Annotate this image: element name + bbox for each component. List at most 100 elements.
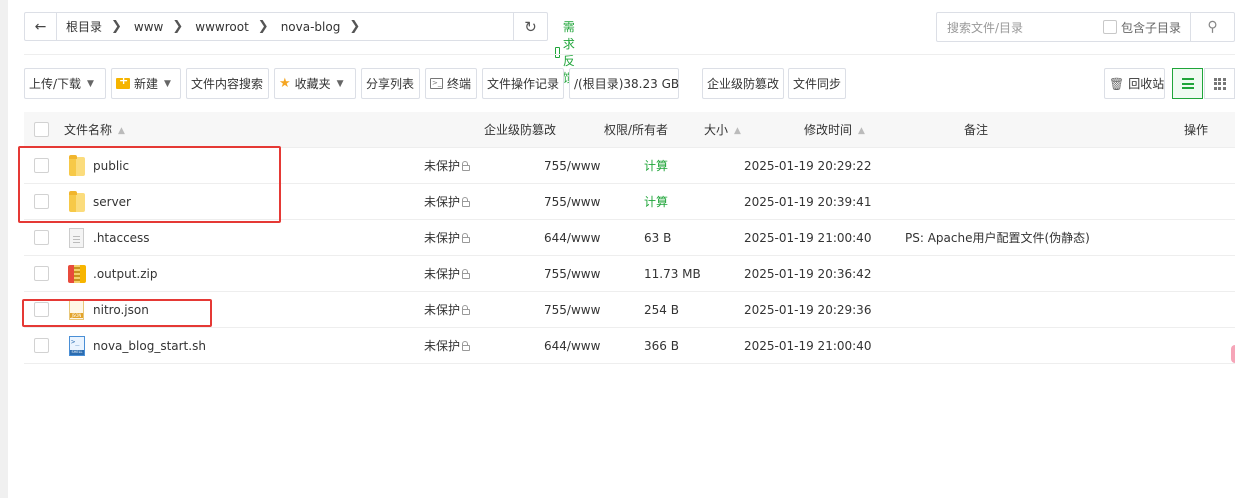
calc-size-link[interactable]: 计算 xyxy=(644,184,668,220)
recycle-bin-button[interactable]: 🗑 回收站 xyxy=(1104,68,1165,99)
terminal-icon: >_ xyxy=(430,78,443,89)
disk-button[interactable]: /(根目录)38.23 GB xyxy=(569,68,679,99)
chevron-right-icon: ❯ xyxy=(111,19,122,34)
search-icon[interactable]: ⚲ xyxy=(1190,13,1234,41)
tamper-proof-button[interactable]: 企业级防篡改 xyxy=(702,68,784,99)
row-checkbox[interactable] xyxy=(34,338,49,353)
protect-label: 未保护 xyxy=(424,231,461,245)
modified-time: 2025-01-19 20:36:42 xyxy=(744,267,872,281)
unlock-icon xyxy=(462,161,471,171)
chevron-right-icon: ❯ xyxy=(172,19,184,34)
breadcrumb: ← 根目录 ❯ www ❯ wwwroot ❯ nova-blog ❯ ↻ xyxy=(24,12,548,41)
share-list-button[interactable]: 分享列表 xyxy=(361,68,420,99)
upload-download-button[interactable]: 上传/下载 ▼ xyxy=(24,68,106,99)
permission[interactable]: 644/www xyxy=(544,220,600,256)
table-row[interactable]: .output.zip 未保护 755/www 11.73 MB 2025-01… xyxy=(24,256,1235,292)
unlock-icon xyxy=(462,305,471,315)
file-size: 63 B xyxy=(644,231,672,245)
unlock-icon xyxy=(462,341,471,351)
table-row[interactable]: nova_blog_start.sh 未保护 644/www 366 B 202… xyxy=(24,328,1235,364)
column-action-label: 操作 xyxy=(1184,123,1209,137)
feedback-icon xyxy=(555,46,560,58)
file-name[interactable]: nova_blog_start.sh xyxy=(93,328,206,364)
protect-status[interactable]: 未保护 xyxy=(424,328,471,364)
column-name-header[interactable]: 文件名称 ▲︎ xyxy=(64,112,125,148)
grid-view-button[interactable] xyxy=(1204,68,1235,99)
permission[interactable]: 755/www xyxy=(544,184,600,220)
column-perm-label: 权限/所有者 xyxy=(604,123,669,137)
column-size-header[interactable]: 大小 ▲︎ xyxy=(704,112,741,148)
permission[interactable]: 755/www xyxy=(544,292,600,328)
protect-status[interactable]: 未保护 xyxy=(424,292,471,328)
file-name[interactable]: .output.zip xyxy=(93,256,157,292)
breadcrumb-item-wwwroot[interactable]: wwwroot ❯ xyxy=(186,13,271,40)
new-button[interactable]: 新建 ▼ xyxy=(111,68,181,99)
column-name-label: 文件名称 xyxy=(64,123,113,137)
left-edge xyxy=(0,0,8,498)
new-folder-icon xyxy=(116,74,130,89)
terminal-label: 终端 xyxy=(447,77,472,91)
list-view-button[interactable] xyxy=(1172,68,1203,99)
include-subdir-toggle[interactable]: 包含子目录 xyxy=(1103,19,1181,36)
permission[interactable]: 755/www xyxy=(544,148,600,184)
content-search-button[interactable]: 文件内容搜索 xyxy=(186,68,269,99)
new-label: 新建 xyxy=(134,77,159,91)
unlock-icon xyxy=(462,233,471,243)
permission[interactable]: 755/www xyxy=(544,256,600,292)
row-checkbox[interactable] xyxy=(34,230,49,245)
calc-size-link[interactable]: 计算 xyxy=(644,148,668,184)
sort-icon: ▲︎ xyxy=(734,125,741,136)
permission[interactable]: 644/www xyxy=(544,328,600,364)
protect-status[interactable]: 未保护 xyxy=(424,148,471,184)
favorites-label: 收藏夹 xyxy=(294,77,331,91)
file-op-log-button[interactable]: 文件操作记录 xyxy=(482,68,564,99)
note[interactable]: PS: Apache用户配置文件(伪静态) xyxy=(905,220,1090,256)
table-header: 文件名称 ▲︎ 企业级防篡改 权限/所有者 大小 ▲︎ 修改时间 ▲︎ 备注 操作 xyxy=(24,112,1235,148)
include-subdir-label: 包含子目录 xyxy=(1121,20,1182,35)
protect-status[interactable]: 未保护 xyxy=(424,184,471,220)
search-input[interactable]: 搜索文件/目录 xyxy=(947,19,1103,36)
column-mtime-header[interactable]: 修改时间 ▲︎ xyxy=(804,112,865,148)
unlock-icon xyxy=(462,269,471,279)
modified-time: 2025-01-19 21:00:40 xyxy=(744,231,872,245)
sort-icon: ▲︎ xyxy=(118,125,125,136)
file-op-log-label: 文件操作记录 xyxy=(487,77,560,91)
file-size: 11.73 MB xyxy=(644,267,701,281)
row-checkbox[interactable] xyxy=(34,266,49,281)
favorites-button[interactable]: ★ 收藏夹 ▼ xyxy=(274,68,356,99)
refresh-icon[interactable]: ↻ xyxy=(513,13,547,40)
select-all-checkbox[interactable] xyxy=(34,122,49,137)
protect-label: 未保护 xyxy=(424,339,461,353)
protect-label: 未保护 xyxy=(424,267,461,281)
terminal-button[interactable]: >_ 终端 xyxy=(425,68,477,99)
floating-widget[interactable] xyxy=(1231,345,1235,363)
protect-status[interactable]: 未保护 xyxy=(424,220,471,256)
arrow-left-icon[interactable]: ← xyxy=(25,13,57,40)
include-subdir-checkbox[interactable] xyxy=(1103,20,1117,34)
table-row[interactable]: .htaccess 未保护 644/www 63 B 2025-01-19 21… xyxy=(24,220,1235,256)
column-mtime-label: 修改时间 xyxy=(804,123,853,137)
chevron-down-icon: ▼ xyxy=(164,78,171,89)
zip-icon xyxy=(68,264,86,284)
breadcrumb-item-www[interactable]: www ❯ xyxy=(125,13,186,40)
column-tamper-label: 企业级防篡改 xyxy=(484,123,557,137)
tamper-proof-label: 企业级防篡改 xyxy=(707,77,780,91)
breadcrumb-label: wwwroot xyxy=(195,19,249,34)
breadcrumb-item-root[interactable]: 根目录 ❯ xyxy=(57,13,125,40)
upload-download-label: 上传/下载 xyxy=(29,77,82,91)
column-note-label: 备注 xyxy=(964,123,989,137)
modified-time: 2025-01-19 20:39:41 xyxy=(744,195,872,209)
protect-status[interactable]: 未保护 xyxy=(424,256,471,292)
chevron-down-icon: ▼ xyxy=(87,78,94,89)
list-view-icon xyxy=(1181,78,1194,89)
breadcrumb-item-nova-blog[interactable]: nova-blog ❯ xyxy=(272,13,364,40)
disk-label: /(根目录)38.23 GB xyxy=(574,77,680,91)
file-name[interactable]: .htaccess xyxy=(93,220,150,256)
chevron-down-icon: ▼ xyxy=(336,78,344,89)
column-size-label: 大小 xyxy=(704,123,729,137)
file-sync-label: 文件同步 xyxy=(793,77,842,91)
file-sync-button[interactable]: 文件同步 xyxy=(788,68,846,99)
chevron-right-icon: ❯ xyxy=(349,19,361,34)
chevron-right-icon: ❯ xyxy=(257,19,269,34)
sort-icon: ▲︎ xyxy=(858,125,865,136)
